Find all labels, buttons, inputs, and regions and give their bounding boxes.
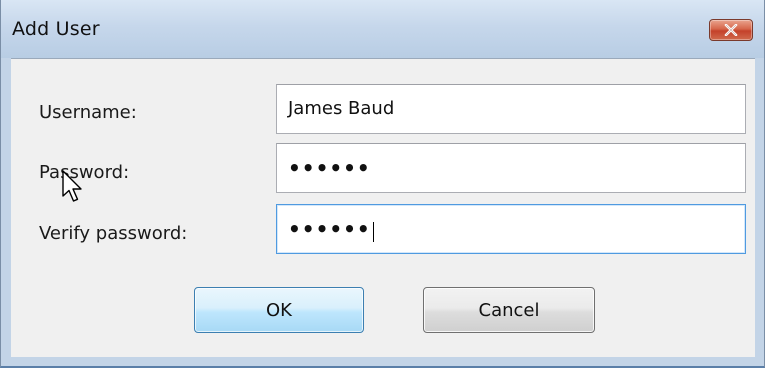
close-button[interactable]	[709, 19, 753, 41]
dialog-title: Add User	[12, 18, 100, 40]
password-input[interactable]: ••••••	[276, 143, 746, 193]
title-bar[interactable]: Add User	[1, 0, 764, 58]
password-value: ••••••	[288, 156, 371, 180]
cancel-button[interactable]: Cancel	[423, 287, 595, 333]
verify-password-input[interactable]: ••••••	[276, 204, 746, 254]
username-label: Username:	[39, 102, 137, 123]
verify-password-value: ••••••	[288, 217, 371, 241]
close-x-icon	[724, 24, 738, 36]
username-input[interactable]: James Baud	[276, 84, 746, 134]
username-value: James Baud	[288, 98, 395, 119]
verify-password-label: Verify password:	[39, 223, 188, 244]
password-label: Password:	[39, 162, 130, 183]
ok-button[interactable]: OK	[194, 287, 364, 333]
add-user-dialog: Add User Username: James Baud Password: …	[0, 0, 765, 368]
dialog-content: Username: James Baud Password: •••••• Ve…	[11, 58, 755, 357]
text-caret	[372, 222, 374, 242]
